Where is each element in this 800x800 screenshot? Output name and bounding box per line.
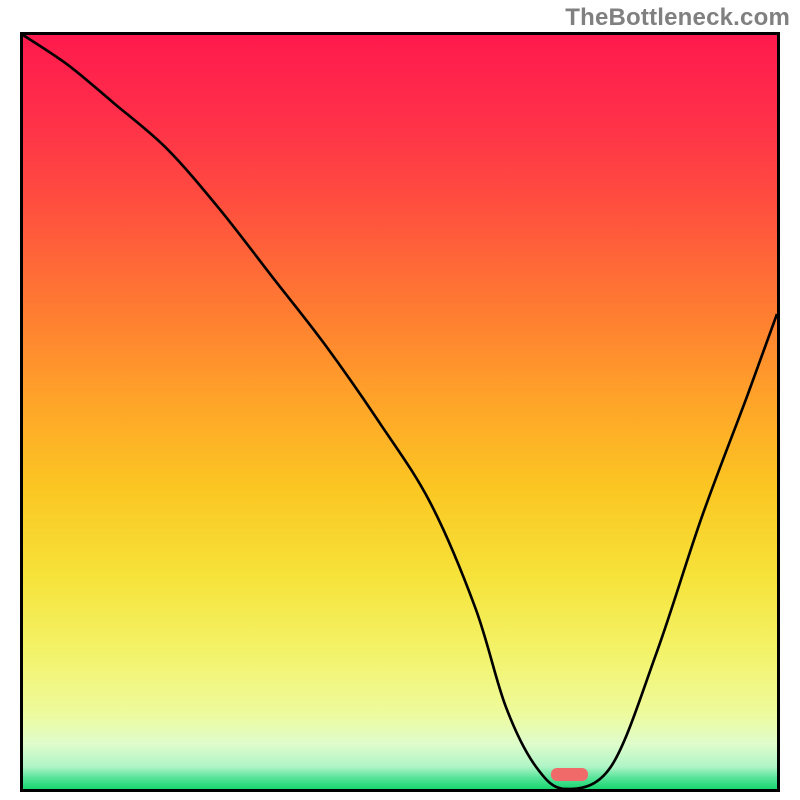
watermark-label: TheBottleneck.com <box>565 4 790 32</box>
plot-area <box>20 32 780 792</box>
chart-frame: TheBottleneck.com <box>0 0 800 800</box>
curve-path <box>23 35 777 789</box>
bottleneck-curve <box>23 35 777 789</box>
